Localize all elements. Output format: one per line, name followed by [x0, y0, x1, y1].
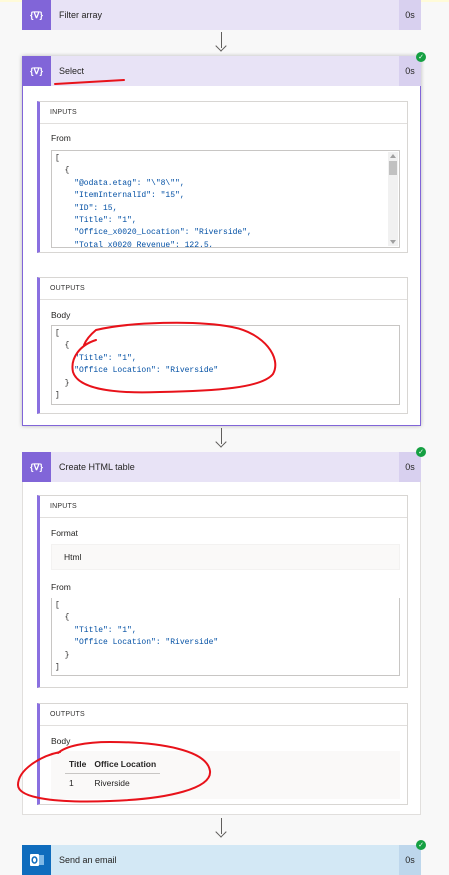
table-header-cell: Office Location: [90, 758, 161, 774]
from-code-box[interactable]: [ { "Title": "1", "Office Location": "Ri…: [51, 598, 400, 676]
from-label: From: [51, 133, 71, 143]
table-cell: 1: [69, 778, 74, 788]
outlook-glyph: [29, 854, 44, 866]
curly-braces-icon: {∇}: [22, 452, 51, 482]
code-line: "Title": "1",: [55, 353, 137, 363]
outlook-icon: [22, 845, 51, 875]
filter-array-title: Filter array: [59, 10, 103, 20]
table-cell: Riverside: [94, 778, 130, 788]
select-title: Select: [59, 66, 85, 76]
code-line: "Title": "1",: [55, 625, 137, 635]
success-check-icon: ✓: [416, 840, 426, 850]
from-code-box[interactable]: [ { "@odata.etag": "\"8\"", "ItemInterna…: [51, 150, 400, 248]
inputs-header: INPUTS: [40, 496, 407, 518]
code-line: [: [55, 601, 60, 610]
send-email-duration: 0s: [399, 845, 421, 875]
code-line: ]: [55, 663, 60, 673]
code-line: {: [55, 166, 70, 176]
code-line: "ID": 15,: [55, 203, 118, 213]
code-line: "Office Location": "Riverside": [55, 638, 219, 648]
format-value: Html: [51, 544, 400, 570]
scroll-thumb[interactable]: [389, 161, 397, 175]
code-line: {: [55, 613, 70, 623]
code-line: "ItemInternalId": "15",: [55, 191, 185, 201]
code-line: {: [55, 341, 70, 351]
code-line: }: [55, 650, 70, 660]
code-line: "@odata.etag": "\"8\"",: [55, 178, 185, 188]
inputs-header: INPUTS: [40, 102, 407, 124]
body-label: Body: [51, 310, 71, 320]
code-line: [: [55, 154, 60, 163]
create-html-table-title: Create HTML table: [59, 462, 135, 472]
success-check-icon: ✓: [416, 52, 426, 62]
format-label: Format: [51, 528, 78, 538]
code-line: "Office_x0020_Location": "Riverside",: [55, 228, 252, 238]
filter-array-duration: 0s: [399, 0, 421, 30]
vertical-scrollbar[interactable]: [388, 152, 398, 246]
curly-braces-icon: {∇}: [22, 0, 51, 30]
select-outputs-section: OUTPUTS Body [ { "Title": "1", "Office L…: [37, 277, 408, 414]
scroll-up-icon[interactable]: [390, 154, 396, 158]
body-code-box[interactable]: [ { "Title": "1", "Office Location": "Ri…: [51, 325, 400, 405]
select-inputs-section: INPUTS From [ { "@odata.etag": "\"8\"", …: [37, 101, 408, 253]
table-row: 1 Riverside: [65, 774, 160, 790]
create-html-table-duration: 0s: [399, 452, 421, 482]
connector-arrow: [215, 32, 229, 54]
filter-array-header[interactable]: {∇} Filter array 0s: [22, 0, 421, 30]
send-email-card[interactable]: Send an email 0s: [22, 845, 421, 875]
send-email-title: Send an email: [59, 855, 117, 865]
html-table-output: Title Office Location 1 Riverside: [51, 751, 400, 799]
code-line: [: [55, 329, 60, 338]
code-line: }: [55, 378, 70, 388]
code-line: "Total_x0020_Revenue": 122.5,: [55, 240, 214, 248]
select-header[interactable]: {∇} Select 0s: [22, 56, 421, 86]
scroll-down-icon[interactable]: [390, 240, 396, 244]
table-inputs-section: INPUTS Format Html From [ { "Title": "1"…: [37, 495, 408, 688]
select-card[interactable]: {∇} Select 0s INPUTS From [ { "@odata.et…: [22, 56, 421, 426]
table-outputs-section: OUTPUTS Body Title Office Location 1 Riv…: [37, 703, 408, 805]
code-line: ]: [55, 391, 60, 401]
send-email-header[interactable]: Send an email 0s: [22, 845, 421, 875]
table-header-cell: Title: [65, 758, 91, 774]
connector-arrow: [215, 428, 229, 450]
create-html-table-card[interactable]: {∇} Create HTML table 0s INPUTS Format H…: [22, 452, 421, 815]
outputs-header: OUTPUTS: [40, 278, 407, 300]
code-line: "Office Location": "Riverside": [55, 366, 219, 376]
connector-arrow: [215, 818, 229, 840]
body-label: Body: [51, 736, 71, 746]
output-table: Title Office Location 1 Riverside: [65, 758, 161, 790]
from-label: From: [51, 582, 71, 592]
code-line: "Title": "1",: [55, 216, 137, 226]
curly-braces-icon: {∇}: [22, 56, 51, 86]
create-html-table-header[interactable]: {∇} Create HTML table 0s: [22, 452, 421, 482]
filter-array-card[interactable]: {∇} Filter array 0s: [22, 0, 421, 30]
outputs-header: OUTPUTS: [40, 704, 407, 726]
success-check-icon: ✓: [416, 447, 426, 457]
